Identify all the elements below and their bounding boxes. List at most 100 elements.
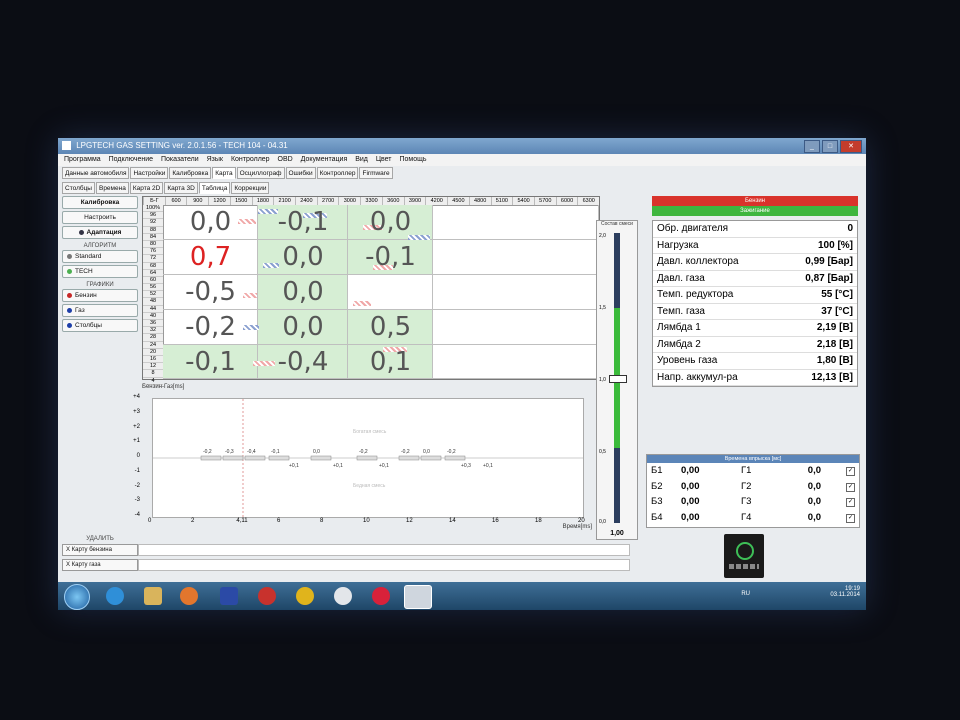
tab-vehicle-data[interactable]: Данные автомобиля [62,167,130,179]
load-label: 96 [143,212,163,220]
delete-petrol-map-button[interactable]: X Карту бензина [62,544,138,556]
menu-connection[interactable]: Подключение [109,156,153,163]
tab-map-2d[interactable]: Карта 2D [129,182,164,194]
map-cell[interactable]: 0,5 [348,310,433,345]
param-row: Темп. газа 37 [°C] [653,304,857,320]
rpm-label: 3000 [338,197,360,205]
inj-checkbox[interactable]: ✓ [846,513,855,523]
menu-controller[interactable]: Контроллер [231,156,270,163]
tab-corrections[interactable]: Коррекции [231,182,270,194]
media-player-icon[interactable] [180,587,198,605]
menu-view[interactable]: Вид [355,156,368,163]
graph-petrol-toggle[interactable]: Бензин [62,289,138,302]
ie-icon[interactable] [106,587,124,605]
utility-icon[interactable] [334,587,352,605]
map-cell[interactable]: 0,1 [348,345,433,379]
map-cell[interactable]: 0,7 [163,240,258,275]
tab-firmware[interactable]: Firmware [359,167,393,179]
injection-row: Б4 0,00 Г4 0,0 ✓ [647,510,859,526]
rpm-label: 5400 [512,197,534,205]
param-label: Давл. газа [657,272,705,284]
app-triangle-icon[interactable] [296,587,314,605]
delete-gas-map-button[interactable]: X Карту газа [62,559,138,571]
maximize-button[interactable]: □ [822,140,838,153]
rpm-label: 3300 [360,197,382,205]
start-button[interactable] [64,584,90,610]
minimize-button[interactable]: _ [804,140,820,153]
save-icon[interactable] [220,587,238,605]
inj-checkbox[interactable]: ✓ [846,498,855,507]
menu-language[interactable]: Язык [207,156,223,163]
x-tick: 10 [363,518,370,524]
y-tick: -3 [134,497,140,504]
tab-calibration[interactable]: Калибровка [169,167,212,179]
osc-bar-label: +0,3 [461,463,471,469]
explorer-icon[interactable] [144,587,162,605]
algo-standard-radio[interactable]: Standard [62,250,138,263]
tab-table[interactable]: Таблица [198,182,231,194]
map-cell[interactable]: -0,1 [258,205,348,240]
load-label: 64 [143,270,163,277]
petrol-map-slot[interactable] [138,544,630,556]
map-cell[interactable]: 0,0 [258,275,348,310]
tab-columns[interactable]: Столбцы [62,182,95,194]
menu-program[interactable]: Программа [64,156,101,163]
map-cell[interactable]: -0,5 [163,275,258,310]
correction-map-table[interactable]: Б-Г 600 900 1200 1500 1800 2100 2400 270… [142,196,600,385]
tab-map[interactable]: Карта [212,167,236,179]
graph-columns-toggle[interactable]: Столбцы [62,319,138,332]
inj-b-label: Б3 [651,496,663,507]
menu-help[interactable]: Помощь [399,156,426,163]
inj-checkbox[interactable]: ✓ [846,482,855,492]
gas-map-slot[interactable] [138,559,630,571]
graph-gas-toggle[interactable]: Газ [62,304,138,317]
adaptation-button[interactable]: Адаптация [62,226,138,239]
param-label: Нагрузка [657,239,699,251]
map-cell[interactable]: -0,4 [258,345,348,379]
osc-bar-label: +0,1 [333,463,343,469]
close-button[interactable]: ✕ [840,140,862,153]
inj-checkbox[interactable]: ✓ [846,467,855,476]
map-cell[interactable]: 0,0 [258,240,348,275]
tab-map-3d[interactable]: Карта 3D [164,182,198,194]
rpm-label: 3900 [403,197,426,205]
tab-settings[interactable]: Настройки [130,167,169,179]
map-cell[interactable]: -0,2 [163,310,258,345]
param-value: 2,18 [В] [816,338,853,350]
settings-button[interactable]: Настроить [62,211,138,224]
scale-one: 1,0 [599,377,606,383]
menu-color[interactable]: Цвет [376,156,392,163]
osc-bar-label: -0,1 [271,449,280,455]
menu-obd[interactable]: OBD [278,156,293,163]
rpm-label: 2400 [295,197,317,205]
map-cell[interactable]: -0,1 [348,240,433,275]
delete-panel: УДАЛИТЬ X Карту бензина X Карту газа [62,536,138,574]
ecu-power-icon[interactable] [724,534,764,578]
map-cell[interactable]: 0,0 [348,205,433,240]
algo-tech-label: TECH [75,268,93,275]
algo-tech-radio[interactable]: TECH [62,265,138,278]
osc-plot[interactable]: Богатая смесь Бедная смесь -0,2 -0,3 -0,4 -… [152,398,584,518]
map-cell[interactable]: 0,0 [258,310,348,345]
menu-docs[interactable]: Документация [301,156,348,163]
load-label: 40 [143,313,163,320]
map-cell[interactable]: 0,0 [163,205,258,240]
tab-times[interactable]: Времена [95,182,129,194]
opera-icon[interactable] [372,587,390,605]
load-label: 24 [143,342,163,349]
load-label: 88 [143,227,163,234]
tab-controller[interactable]: Контроллер [316,167,359,179]
calibration-button[interactable]: Калибровка [62,196,138,209]
menu-readings[interactable]: Показатели [161,156,199,163]
osc-bar-label: -0,3 [225,449,234,455]
map-cell[interactable]: -0,1 [163,345,258,379]
param-label: Темп. редуктора [657,289,734,300]
language-indicator[interactable]: RU [741,591,750,597]
tab-oscilloscope[interactable]: Осциллограф [236,167,285,179]
param-label: Темп. газа [657,305,705,317]
mixture-knob[interactable] [609,375,627,383]
param-value: 2,19 [В] [816,322,853,333]
sync-icon[interactable] [258,587,276,605]
lpgtech-taskbar-icon[interactable] [404,585,432,609]
tab-errors[interactable]: Ошибки [285,167,316,179]
